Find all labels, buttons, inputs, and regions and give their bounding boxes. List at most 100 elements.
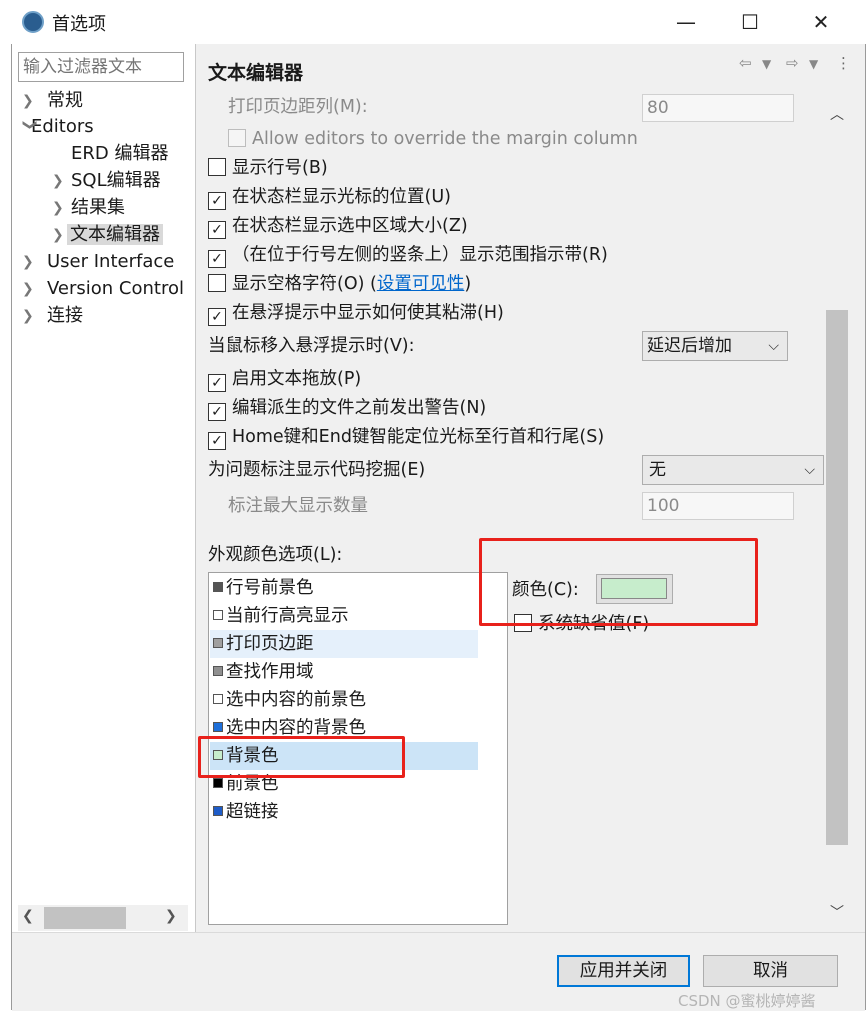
- hover-behavior-label: 当鼠标移入悬浮提示时(V):: [208, 336, 415, 356]
- code-mining-select[interactable]: 无 ⌵: [642, 455, 824, 485]
- whitespace-checkbox[interactable]: [208, 274, 226, 292]
- appearance-item-label: 打印页边距: [226, 634, 314, 654]
- tree-item-editors[interactable]: ❯ Editors: [22, 114, 94, 140]
- color-square-icon: [213, 694, 223, 704]
- drag-drop-label: 启用文本拖放(P): [232, 369, 362, 389]
- tree-label: 结果集: [71, 197, 125, 218]
- apply-and-close-button[interactable]: 应用并关闭: [557, 955, 690, 987]
- annotation-highlight-color: [479, 538, 758, 626]
- appearance-item-label: 选中内容的前景色: [226, 690, 366, 710]
- scroll-left-icon[interactable]: ❮: [22, 908, 34, 924]
- tree-item-general[interactable]: ❯ 常规: [22, 88, 83, 114]
- sticky-hover-checkbox[interactable]: ✓: [208, 308, 226, 326]
- print-margin-label: 打印页边距列(M):: [228, 97, 368, 117]
- selection-size-row[interactable]: ✓ 在状态栏显示选中区域大小(Z): [208, 213, 468, 239]
- back-dropdown-icon[interactable]: ▼: [762, 57, 771, 71]
- appearance-item-label: 当前行高亮显示: [226, 606, 349, 626]
- range-indicator-label: （在位于行号左侧的竖条上）显示范围指示带(R): [232, 245, 608, 265]
- range-indicator-row[interactable]: ✓ （在位于行号左侧的竖条上）显示范围指示带(R): [208, 242, 608, 268]
- whitespace-label: 显示空格字符(O): [232, 274, 370, 294]
- range-indicator-checkbox[interactable]: ✓: [208, 250, 226, 268]
- tree-item-connections[interactable]: ❯ 连接: [22, 303, 83, 329]
- chevron-right-icon: ❯: [22, 93, 34, 109]
- derived-warn-checkbox[interactable]: ✓: [208, 403, 226, 421]
- app-icon: [22, 11, 44, 33]
- appearance-list-item[interactable]: 行号前景色: [213, 574, 314, 602]
- page-scroll-thumb[interactable]: [826, 310, 848, 845]
- appearance-list-item[interactable]: 超链接: [213, 798, 279, 826]
- tree-item-user-interface[interactable]: ❯ User Interface: [22, 249, 174, 275]
- appearance-list-item[interactable]: 选中内容的前景色: [213, 686, 366, 714]
- chevron-down-icon: ⌵: [804, 462, 815, 478]
- color-square-icon: [213, 722, 223, 732]
- color-square-icon: [213, 778, 223, 788]
- close-button[interactable]: ✕: [786, 0, 856, 44]
- forward-icon[interactable]: ⇨: [786, 54, 799, 72]
- color-square-icon: [213, 806, 223, 816]
- chevron-right-icon: ❯: [22, 254, 34, 270]
- appearance-item-label: 行号前景色: [226, 578, 314, 598]
- code-mining-label: 为问题标注显示代码挖掘(E): [208, 460, 426, 480]
- maximize-button[interactable]: ☐: [715, 0, 785, 44]
- cursor-pos-row[interactable]: ✓ 在状态栏显示光标的位置(U): [208, 184, 451, 210]
- forward-dropdown-icon[interactable]: ▼: [809, 57, 818, 71]
- line-numbers-checkbox[interactable]: [208, 158, 226, 176]
- allow-override-checkbox[interactable]: [228, 129, 246, 147]
- tree-scroll-thumb[interactable]: [44, 907, 126, 929]
- appearance-list-item[interactable]: 当前行高亮显示: [213, 602, 349, 630]
- hover-behavior-select[interactable]: 延迟后增加 ⌵: [642, 331, 788, 361]
- back-icon[interactable]: ⇦: [739, 54, 752, 72]
- appearance-item-label: 选中内容的背景色: [226, 718, 366, 738]
- tree-item-sql-editor[interactable]: ❯ SQL编辑器: [52, 168, 161, 194]
- selection-size-label: 在状态栏显示选中区域大小(Z): [232, 216, 468, 236]
- max-annotations-label: 标注最大显示数量: [228, 496, 368, 516]
- hover-behavior-value: 延迟后增加: [647, 336, 732, 356]
- derived-warn-row[interactable]: ✓ 编辑派生的文件之前发出警告(N): [208, 395, 486, 421]
- selection-size-checkbox[interactable]: ✓: [208, 221, 226, 239]
- drag-drop-row[interactable]: ✓ 启用文本拖放(P): [208, 366, 361, 392]
- tree-item-version-control[interactable]: ❯ Version Control: [22, 276, 184, 302]
- tree-item-result-set[interactable]: ❯ 结果集: [52, 195, 125, 221]
- line-numbers-row[interactable]: 显示行号(B): [208, 155, 328, 181]
- view-menu-icon[interactable]: ⋮: [836, 54, 851, 72]
- print-margin-field[interactable]: 80: [642, 94, 794, 122]
- color-square-icon: [213, 666, 223, 676]
- annotation-highlight-background: [198, 736, 405, 778]
- color-square-icon: [213, 582, 223, 592]
- chevron-right-icon: ❯: [52, 227, 64, 243]
- tree-item-erd-editor[interactable]: ERD 编辑器: [71, 141, 168, 167]
- derived-warn-label: 编辑派生的文件之前发出警告(N): [232, 398, 487, 418]
- smart-home-label: Home键和End键智能定位光标至行首和行尾(S): [232, 427, 605, 447]
- cursor-pos-label: 在状态栏显示光标的位置(U): [232, 187, 451, 207]
- appearance-list-item[interactable]: 打印页边距: [213, 630, 314, 658]
- scroll-up-icon[interactable]: ︿: [830, 104, 844, 124]
- cursor-pos-checkbox[interactable]: ✓: [208, 192, 226, 210]
- whitespace-visibility-link[interactable]: 设置可见性: [377, 274, 465, 294]
- scroll-right-icon[interactable]: ❯: [165, 908, 177, 924]
- appearance-item-label: 超链接: [226, 802, 279, 822]
- max-annotations-field[interactable]: 100: [642, 492, 794, 520]
- appearance-label: 外观颜色选项(L):: [208, 545, 343, 565]
- chevron-down-icon: ❯: [22, 119, 38, 131]
- watermark: CSDN @蜜桃婷婷酱: [678, 992, 816, 1010]
- minimize-button[interactable]: —: [651, 0, 721, 44]
- sticky-hover-label: 在悬浮提示中显示如何使其粘滞(H): [232, 303, 504, 323]
- drag-drop-checkbox[interactable]: ✓: [208, 374, 226, 392]
- tree-item-text-editor[interactable]: ❯ 文本编辑器: [52, 222, 163, 248]
- tree-label: 连接: [47, 305, 83, 326]
- whitespace-row[interactable]: 显示空格字符(O) (设置可见性): [208, 271, 471, 297]
- window-title: 首选项: [52, 14, 106, 35]
- smart-home-row[interactable]: ✓ Home键和End键智能定位光标至行首和行尾(S): [208, 424, 604, 450]
- smart-home-checkbox[interactable]: ✓: [208, 432, 226, 450]
- appearance-list-item[interactable]: 查找作用域: [213, 658, 314, 686]
- chevron-right-icon: ❯: [52, 200, 64, 216]
- scroll-down-icon[interactable]: ﹀: [830, 902, 844, 922]
- allow-override-checkbox-row[interactable]: Allow editors to override the margin col…: [228, 126, 638, 152]
- appearance-item-label: 查找作用域: [226, 662, 314, 682]
- cancel-button[interactable]: 取消: [703, 955, 838, 987]
- tree-label: Version Control: [47, 278, 184, 299]
- sticky-hover-row[interactable]: ✓ 在悬浮提示中显示如何使其粘滞(H): [208, 300, 504, 326]
- chevron-right-icon: ❯: [22, 308, 34, 324]
- page-title: 文本编辑器: [208, 62, 304, 84]
- filter-input[interactable]: [18, 52, 184, 82]
